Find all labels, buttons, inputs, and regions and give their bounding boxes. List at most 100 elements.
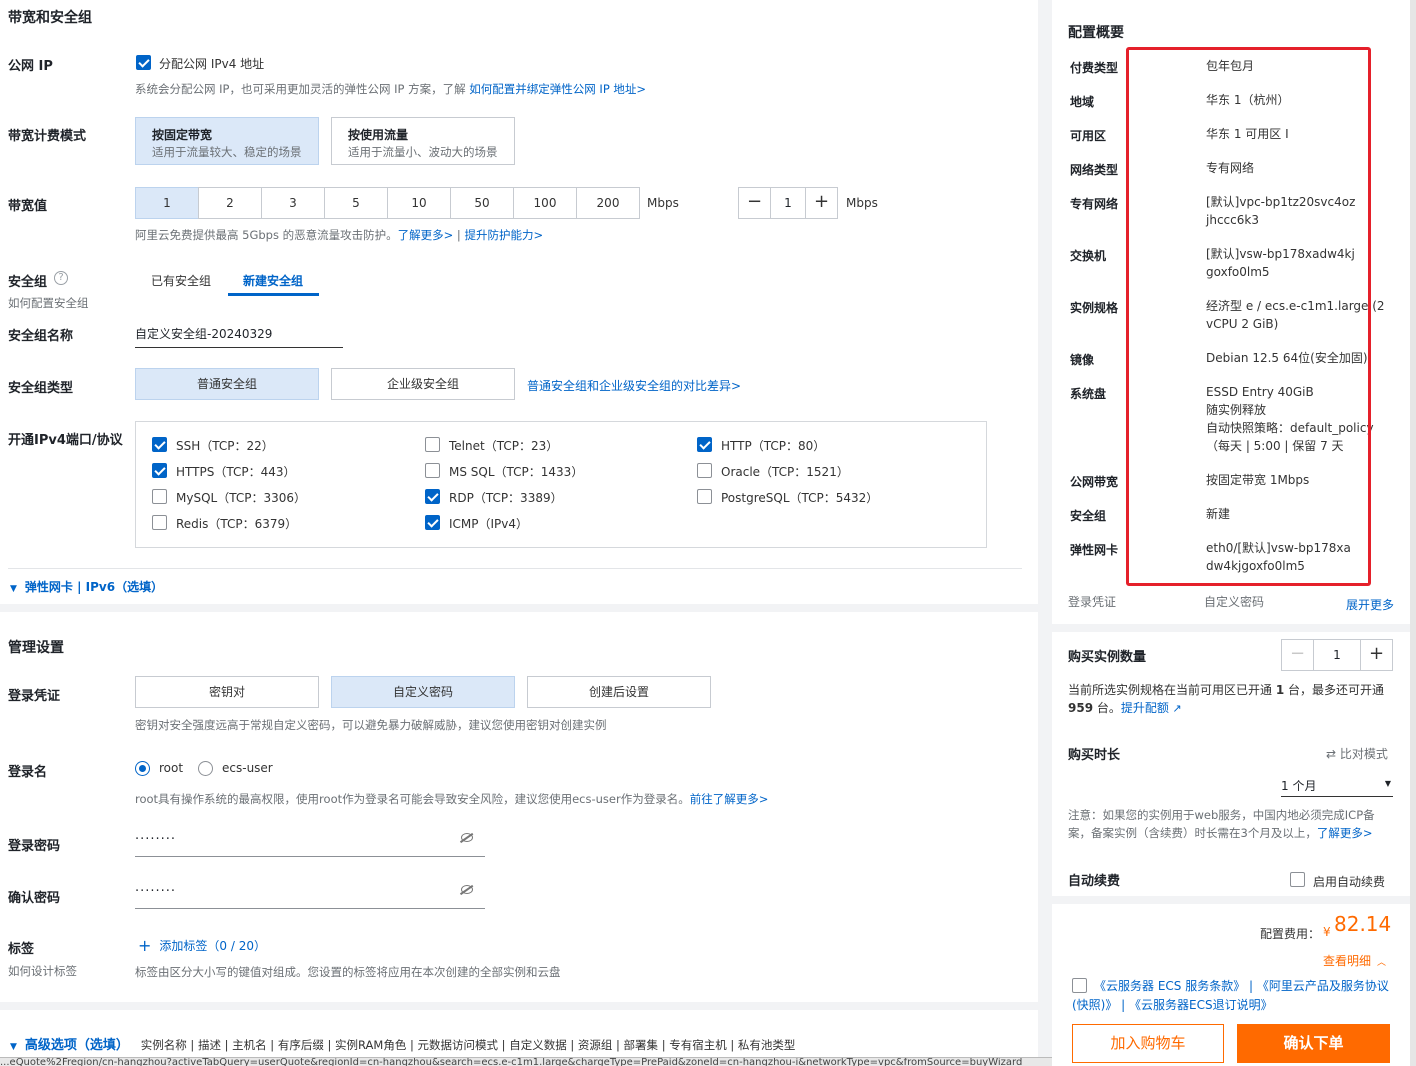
stepper-value[interactable]: 1 (771, 188, 805, 218)
security-group-name-input[interactable]: 自定义安全组-20240329 (135, 325, 343, 348)
summary-key: 交换机 (1070, 249, 1107, 263)
bandwidth-value-label: 带宽值 (8, 199, 48, 214)
port-telnet-checkbox[interactable] (425, 437, 440, 452)
expand-more-link[interactable]: 展开更多 (1346, 596, 1394, 613)
credential-label: 登录凭证 (8, 689, 61, 704)
tab-existing-security-group[interactable]: 已有安全组 (151, 272, 211, 289)
bandwidth-option[interactable]: 5 (324, 187, 388, 219)
summary-key: 专有网络 (1070, 197, 1119, 211)
eip-config-link[interactable]: 如何配置并绑定弹性公网 IP 地址> (469, 82, 646, 96)
port-redis-checkbox[interactable] (152, 515, 167, 530)
sg-type-enterprise[interactable]: 企业级安全组 (331, 368, 515, 400)
qty-label: 购买实例数量 (1068, 650, 1147, 665)
bandwidth-option[interactable]: 10 (387, 187, 451, 219)
add-to-cart-button[interactable]: 加入购物车 (1072, 1024, 1224, 1063)
confirm-password-input[interactable]: ········ (135, 880, 485, 909)
billing-fixed-option[interactable]: 按固定带宽 适用于流量较大、稳定的场景 (135, 117, 319, 165)
port-mysql-checkbox[interactable] (152, 489, 167, 504)
port-telnet-label: Telnet（TCP：23） (449, 439, 559, 453)
login-hint: root具有操作系统的最高权限，使用root作为登录名可能会导致安全风险，建议您… (135, 791, 768, 807)
compare-mode-toggle[interactable]: ⇄ 比对模式 (1326, 745, 1388, 762)
port-oracle-checkbox[interactable] (697, 463, 712, 478)
bandwidth-option[interactable]: 3 (261, 187, 325, 219)
security-group-help-link[interactable]: 如何配置安全组 (8, 295, 89, 311)
bandwidth-option[interactable]: 1 (135, 187, 199, 219)
scrollbar-track[interactable] (1410, 0, 1416, 1066)
credential-later[interactable]: 创建后设置 (527, 676, 711, 708)
qty-plus-button[interactable]: + (1360, 640, 1392, 670)
port-https-checkbox[interactable] (152, 463, 167, 478)
tags-label: 标签 (8, 942, 35, 957)
qty-hint-b: 1 (1275, 683, 1285, 697)
eni-ipv6-toggle[interactable]: ▼ 弹性网卡 | IPv6（选填） (10, 578, 163, 595)
duration-select[interactable]: 1 个月 ▼ (1281, 773, 1393, 797)
agreement-links[interactable]: 《云服务器 ECS 服务条款》 | 《阿里云产品及服务协议(快照)》 | 《云服… (1072, 977, 1398, 1015)
confirm-password-value: ········ (135, 884, 177, 899)
login-learn-more-link[interactable]: 前往了解更多> (690, 792, 769, 806)
summary-card: 配置概要 付费类型 包年包月 地域 华东 1（杭州） 可用区 华东 1 可用区 … (1052, 0, 1410, 624)
password-input[interactable]: ········ (135, 828, 485, 857)
summary-key: 公网带宽 (1070, 475, 1119, 489)
caret-down-icon: ▼ (10, 584, 17, 594)
confirm-password-label: 确认密码 (8, 891, 61, 906)
login-root-radio[interactable] (135, 761, 150, 776)
port-ssh-checkbox[interactable] (152, 437, 167, 452)
port-http-checkbox[interactable] (697, 437, 712, 452)
advanced-options-toggle[interactable]: ▼ 高级选项（选填） 实例名称 | 描述 | 主机名 | 有序后缀 | 实例RAM… (10, 1034, 795, 1053)
eni-ipv6-label: 弹性网卡 | IPv6（选填） (24, 580, 164, 594)
caret-down-icon: ▼ (10, 1042, 17, 1052)
add-tag-button[interactable]: + 添加标签（0 / 20） (138, 936, 266, 955)
bandwidth-option[interactable]: 200 (576, 187, 640, 219)
stepper-plus-button[interactable]: + (805, 188, 837, 218)
fee-detail-label: 查看明细 (1323, 954, 1372, 968)
port-postgresql-checkbox[interactable] (697, 489, 712, 504)
qty-stepper: − 1 + (1281, 639, 1393, 671)
login-name-label: 登录名 (8, 765, 48, 780)
login-root-label: root (159, 761, 184, 775)
bandwidth-value-group: 1 2 3 5 10 50 100 200 (135, 187, 640, 219)
port-icmp-label: ICMP（IPv4） (449, 517, 529, 531)
bandwidth-option[interactable]: 2 (198, 187, 262, 219)
status-bar-url: ...eQuote%2Fregion/cn-hangzhou?activeTab… (0, 1057, 1140, 1066)
qty-minus-button[interactable]: − (1282, 640, 1314, 670)
qty-hint-e: 台。 (1093, 701, 1121, 715)
password-label: 登录密码 (8, 839, 61, 854)
credential-hint: 密钥对安全强度远高于常规自定义密码，可以避免暴力破解威胁，建议您使用密钥对创建实… (135, 718, 607, 732)
confirm-order-button[interactable]: 确认下单 (1237, 1024, 1390, 1063)
tags-help-link[interactable]: 如何设计标签 (8, 963, 77, 979)
auto-renew-checkbox[interactable] (1290, 872, 1305, 887)
billing-traffic-option[interactable]: 按使用流量 适用于流量小、波动大的场景 (331, 117, 515, 165)
port-icmp-checkbox[interactable] (425, 515, 440, 530)
help-icon[interactable]: ? (54, 271, 68, 285)
raise-quota-link[interactable]: 提升配额 (1121, 701, 1169, 715)
summary-key: 可用区 (1070, 129, 1107, 143)
fee-detail-link[interactable]: 查看明细 ︿ (1323, 952, 1386, 969)
section-title-management: 管理设置 (8, 640, 64, 656)
credential-password[interactable]: 自定义密码 (331, 676, 515, 708)
login-ecs-user-radio[interactable] (198, 761, 213, 776)
summary-key: 镜像 (1070, 353, 1095, 367)
highlight-box (1126, 47, 1371, 586)
stepper-minus-button[interactable]: − (739, 188, 771, 218)
billing-fixed-desc: 适用于流量较大、稳定的场景 (152, 145, 302, 159)
qty-value[interactable]: 1 (1314, 640, 1360, 670)
credential-keypair[interactable]: 密钥对 (135, 676, 319, 708)
port-oracle-label: Oracle（TCP：1521） (721, 465, 849, 479)
qty-hint-a: 当前所选实例规格在当前可用区已开通 (1068, 683, 1276, 697)
fee-value: 82.14 (1334, 912, 1392, 936)
improve-protection-link[interactable]: 提升防护能力> (464, 228, 543, 242)
tags-hint: 标签由区分大小写的键值对组成。您设置的标签将应用在本次创建的全部实例和云盘 (135, 965, 561, 979)
port-redis-label: Redis（TCP：6379） (176, 517, 298, 531)
port-rdp-checkbox[interactable] (425, 489, 440, 504)
icp-learn-more-link[interactable]: 了解更多> (1317, 826, 1373, 840)
learn-more-link[interactable]: 了解更多> (398, 228, 454, 242)
swap-icon: ⇄ (1326, 747, 1340, 761)
bandwidth-option[interactable]: 100 (513, 187, 577, 219)
bandwidth-option[interactable]: 50 (450, 187, 514, 219)
port-mssql-checkbox[interactable] (425, 463, 440, 478)
tab-new-security-group[interactable]: 新建安全组 (243, 272, 303, 289)
port-postgresql-label: PostgreSQL（TCP：5432） (721, 491, 879, 505)
sg-type-normal[interactable]: 普通安全组 (135, 368, 319, 400)
public-ip-checkbox[interactable] (136, 55, 151, 70)
sg-compare-link[interactable]: 普通安全组和企业级安全组的对比差异> (527, 377, 741, 394)
